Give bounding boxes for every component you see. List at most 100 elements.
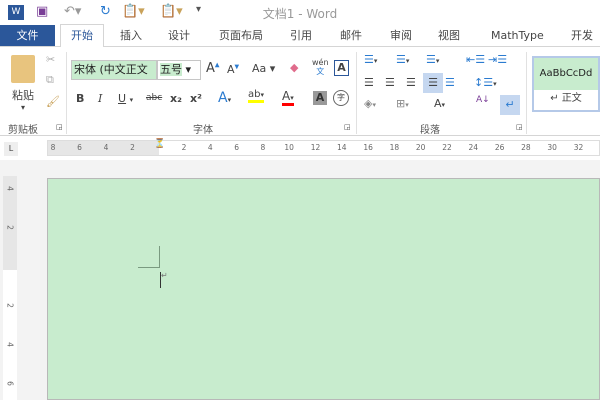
ruler-tick: 32 <box>573 143 584 152</box>
underline-button[interactable]: U ▾ <box>118 92 133 105</box>
ruler-tick: 30 <box>547 143 557 152</box>
tab-home[interactable]: 开始 <box>60 24 104 48</box>
indent-marker[interactable]: ⏳ <box>154 139 165 149</box>
increase-indent-icon[interactable]: ⇥☰ <box>488 53 507 66</box>
highlight-color-icon[interactable]: ab▾ <box>248 89 264 103</box>
dialog-launcher-icon[interactable]: ◲ <box>344 123 351 131</box>
dialog-launcher-icon[interactable]: ◲ <box>516 123 523 131</box>
align-right-icon[interactable]: ☰ <box>406 76 416 89</box>
horizontal-ruler[interactable]: 8 6 4 2 2 4 6 8 10 12 14 16 18 20 22 24 26 28 30 32 ⏳ <box>47 139 600 156</box>
bold-button[interactable]: B <box>76 92 84 105</box>
bullets-icon[interactable]: ☰▾ <box>364 53 377 66</box>
ruler-tick: 6 <box>77 143 82 152</box>
font-size-value: 五号 <box>160 63 182 76</box>
ruler-tick: 8 <box>50 143 56 152</box>
ruler-tick: 14 <box>337 143 347 152</box>
format-painter-icon[interactable]: 🖌 <box>46 95 60 108</box>
ruler-tick: 22 <box>442 143 452 152</box>
decrease-indent-icon[interactable]: ⇤☰ <box>466 53 485 66</box>
font-color-icon[interactable]: A▾ <box>282 89 294 106</box>
tab-insert[interactable]: 插入 <box>120 25 142 47</box>
dialog-launcher-icon[interactable]: ◲ <box>56 123 63 131</box>
phonetic-guide-button[interactable]: wén 文 <box>312 58 329 76</box>
shading-icon[interactable]: ◈▾ <box>364 97 376 110</box>
ruler-tick: 4 <box>103 143 109 152</box>
clipboard-icon <box>11 55 35 83</box>
phonetic-bottom: 文 <box>316 67 325 76</box>
tab-view[interactable]: 视图 <box>438 25 460 47</box>
ruler-tick: 8 <box>260 143 266 152</box>
ruler-tick: 28 <box>521 143 531 152</box>
align-left-icon[interactable]: ☰ <box>364 76 374 89</box>
ribbon-tabs: 开始 插入 设计 页面布局 引用 邮件 审阅 视图 MathType 开发工 <box>0 24 600 63</box>
underline-label: U <box>118 92 127 105</box>
char-border-button[interactable]: A <box>334 60 349 76</box>
ruler-tick: 10 <box>284 143 294 152</box>
ribbon: 粘贴 ▾ ✂ ⧉ 🖌 剪贴板 ◲ 宋体 (中文正文 五号 ▾ A▲ A▼ Aa … <box>0 47 600 136</box>
ruler-tick: 2 <box>130 143 135 152</box>
shrink-font-icon[interactable]: A▼ <box>227 63 239 76</box>
group-font: 字体 <box>193 125 213 136</box>
ruler-tick: 4 <box>5 342 15 347</box>
change-case-button[interactable]: Aa ▾ <box>252 62 275 75</box>
change-case-label: Aa <box>252 62 267 75</box>
tab-design[interactable]: 设计 <box>168 25 190 47</box>
ruler-tick: 4 <box>5 186 15 191</box>
enclose-char-button[interactable]: 字 <box>333 90 349 106</box>
document-page[interactable]: ↵ <box>47 178 600 400</box>
ruler-tick: 6 <box>5 381 15 386</box>
copy-icon[interactable]: ⧉ <box>46 73 54 87</box>
ruler-tick: 26 <box>494 143 505 152</box>
ruler-tick: 2 <box>5 225 15 230</box>
ruler-tick: 6 <box>234 143 239 152</box>
borders-icon[interactable]: ⊞▾ <box>396 97 409 110</box>
multilevel-list-icon[interactable]: ☰▾ <box>426 53 439 66</box>
justify-icon[interactable]: ☰ <box>423 73 443 93</box>
text-effects-icon[interactable]: A▾ <box>218 90 231 106</box>
paste-label: 粘贴 <box>12 89 34 102</box>
distributed-icon[interactable]: ☰ <box>445 76 455 89</box>
subscript-button[interactable]: x₂ <box>170 92 182 105</box>
sort-icon[interactable]: A↓ <box>476 95 490 105</box>
numbering-icon[interactable]: ☰▾ <box>396 53 409 66</box>
align-center-icon[interactable]: ☰ <box>385 76 395 89</box>
tab-review[interactable]: 审阅 <box>390 25 412 47</box>
style-normal[interactable]: AaBbCcDd ↵ 正文 <box>532 56 600 112</box>
ruler-tick: 2 <box>181 143 187 152</box>
paste-button[interactable]: 粘贴 ▾ <box>8 55 38 112</box>
vertical-ruler[interactable]: 4 2 2 4 6 <box>3 176 17 400</box>
italic-button[interactable]: I <box>98 92 102 105</box>
char-shading-button[interactable]: A <box>313 91 327 105</box>
tab-mathtype[interactable]: MathType <box>491 25 544 47</box>
tab-mailings[interactable]: 邮件 <box>340 25 362 47</box>
style-preview: AaBbCcDd <box>534 58 598 90</box>
cut-icon[interactable]: ✂ <box>46 53 55 66</box>
tab-selector[interactable]: L <box>4 142 18 156</box>
window-title: 文档1 - Word <box>262 7 338 21</box>
ruler-tick: 18 <box>389 143 400 152</box>
ruler-tick: 20 <box>415 143 426 152</box>
ruler-tick: 12 <box>310 143 321 152</box>
tab-developer[interactable]: 开发工 <box>571 25 600 63</box>
ruler-tick: 16 <box>363 143 373 152</box>
ruler-tick: 4 <box>207 143 213 152</box>
font-size-select[interactable]: 五号 ▾ <box>157 60 201 80</box>
line-spacing-icon[interactable]: ↕☰▾ <box>474 76 497 89</box>
group-clipboard: 剪贴板 <box>8 125 38 136</box>
ruler-tick: 24 <box>468 143 479 152</box>
show-marks-icon[interactable]: ↵ <box>500 95 520 115</box>
tab-layout[interactable]: 页面布局 <box>219 25 263 47</box>
grow-font-icon[interactable]: A▲ <box>206 61 220 76</box>
font-name-select[interactable]: 宋体 (中文正文 <box>71 60 157 80</box>
style-name: 正文 <box>561 93 582 104</box>
char-spacing-icon[interactable]: A▾ <box>434 97 445 110</box>
superscript-button[interactable]: x² <box>190 92 202 105</box>
paragraph-mark-icon: ↵ <box>161 271 168 280</box>
tab-references[interactable]: 引用 <box>290 25 312 47</box>
phonetic-top: wén <box>312 58 329 67</box>
font-name-value: 宋体 (中文正文 <box>74 63 148 76</box>
clear-format-icon[interactable]: ◆ <box>290 61 298 74</box>
strikethrough-button[interactable]: abc <box>146 93 162 103</box>
ruler-tick: 2 <box>5 303 15 308</box>
margin-corner-mark <box>138 246 160 268</box>
